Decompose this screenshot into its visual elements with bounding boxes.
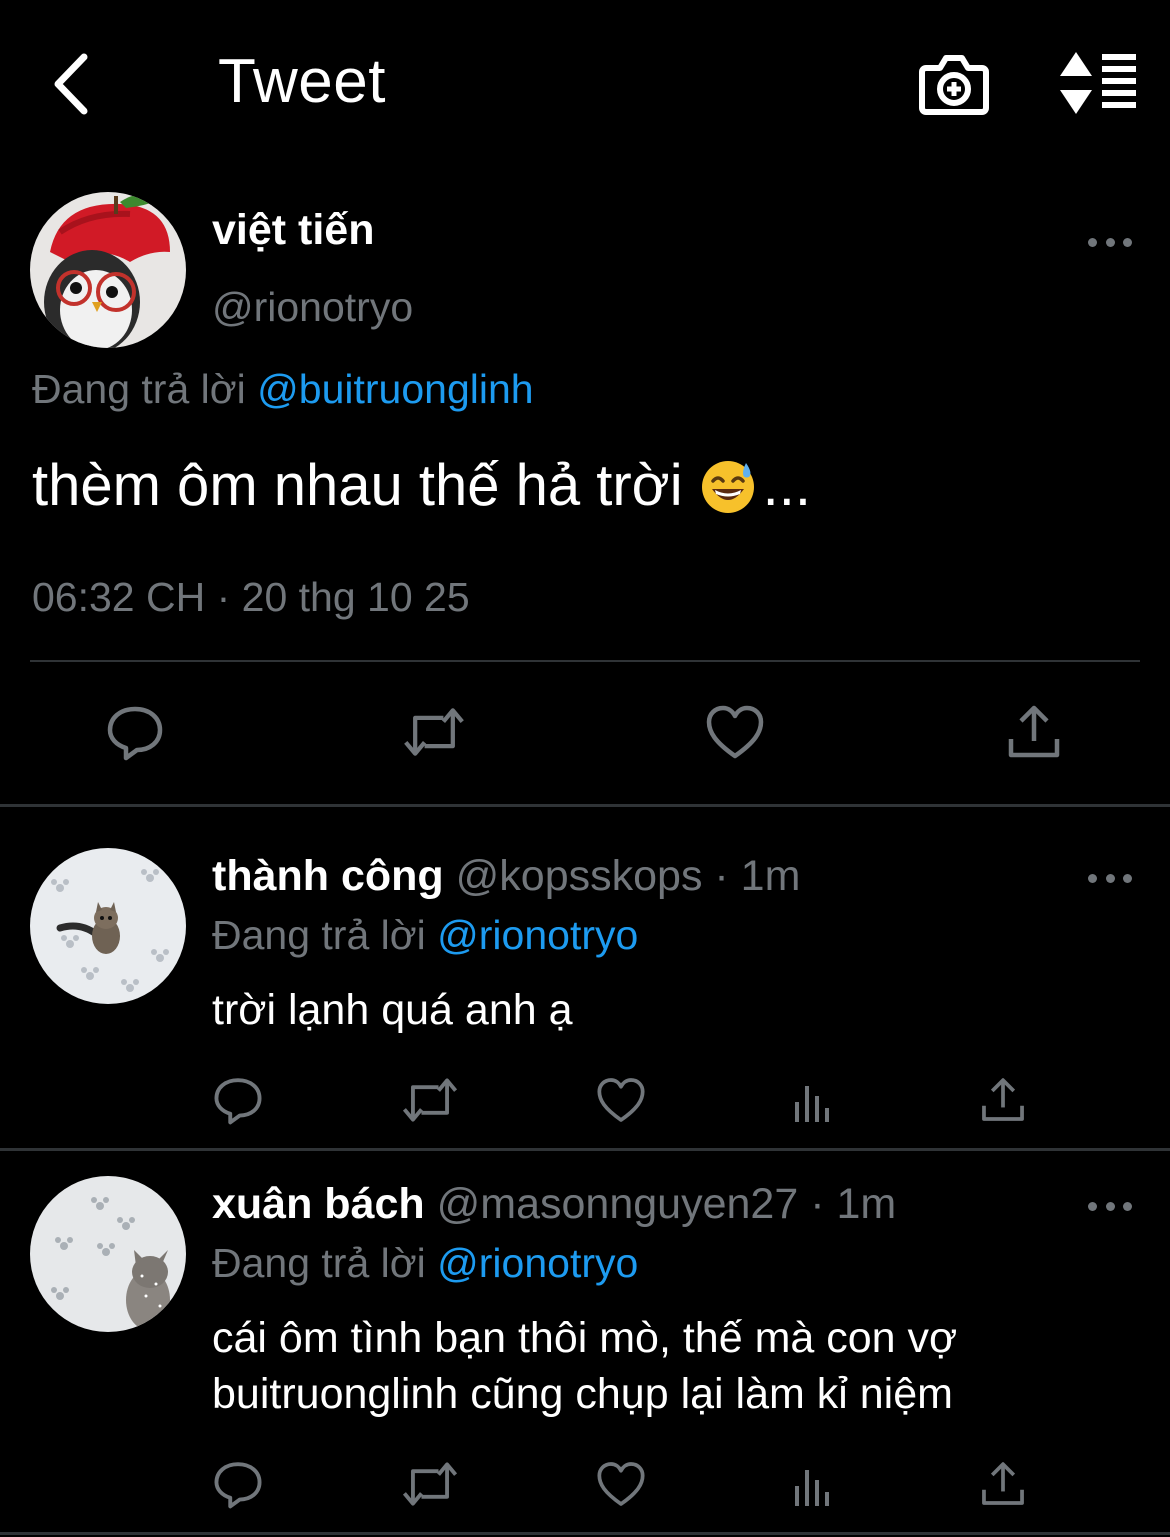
author-name[interactable]: thành công — [212, 852, 444, 900]
replying-to-line: Đang trả lời @rionotryo — [212, 1240, 639, 1286]
replying-to-mention[interactable]: @rionotryo — [437, 1240, 638, 1286]
reply-tweet[interactable]: xuân bách @masonnguyen27 · 1m Đang trả l… — [0, 1152, 1170, 1537]
retweet-button[interactable] — [398, 1452, 462, 1516]
reply-icon — [107, 706, 163, 761]
divider — [0, 804, 1170, 807]
retweet-button[interactable] — [398, 1068, 462, 1132]
cat-in-snow-avatar-image — [30, 1176, 186, 1332]
author-name[interactable]: xuân bách — [212, 1180, 425, 1228]
main-tweet: việt tiến @rionotryo Đang trả lời @buitr… — [0, 170, 1170, 808]
more-options-button[interactable] — [1088, 1196, 1132, 1216]
heart-icon — [706, 705, 764, 759]
retweet-button[interactable] — [402, 700, 466, 764]
heart-icon — [597, 1078, 645, 1122]
avatar[interactable] — [30, 192, 186, 348]
retweet-icon — [404, 708, 464, 756]
like-button[interactable] — [589, 1452, 653, 1516]
camera-plus-icon — [919, 55, 989, 115]
reply-header: xuân bách @masonnguyen27 · 1m — [212, 1180, 896, 1229]
top-bar: Tweet — [0, 0, 1170, 170]
divider — [30, 660, 1140, 662]
more-options-button[interactable] — [1088, 868, 1132, 888]
retweet-icon — [402, 1078, 458, 1122]
more-dots-icon — [1088, 1201, 1097, 1211]
reply-button[interactable] — [206, 1452, 270, 1516]
reply-icon — [214, 1078, 262, 1125]
analytics-button[interactable] — [781, 1454, 845, 1518]
author-handle-time: @masonnguyen27 · 1m — [436, 1180, 897, 1228]
author-name[interactable]: việt tiến — [212, 206, 375, 255]
divider — [0, 1148, 1170, 1151]
replying-to-mention[interactable]: @rionotryo — [437, 912, 638, 958]
author-handle[interactable]: @rionotryo — [212, 284, 413, 331]
avatar[interactable] — [30, 1176, 186, 1332]
replying-to-line: Đang trả lời @rionotryo — [212, 912, 639, 958]
like-button[interactable] — [589, 1068, 653, 1132]
back-button[interactable] — [40, 52, 100, 116]
share-button[interactable] — [971, 1068, 1035, 1132]
penguin-avatar-image — [30, 192, 186, 348]
replying-to-line: Đang trả lời @buitruonglinh — [32, 366, 534, 412]
avatar[interactable] — [30, 848, 186, 1004]
share-icon — [1008, 705, 1060, 758]
share-button[interactable] — [1002, 700, 1066, 764]
camera-button[interactable] — [918, 50, 990, 118]
tweet-text: trời lạnh quá anh ạ — [212, 986, 573, 1034]
reply-icon — [214, 1462, 262, 1509]
more-dots-icon — [1088, 237, 1097, 247]
page-title: Tweet — [218, 47, 386, 116]
sort-list-icon — [1060, 52, 1136, 114]
like-button[interactable] — [703, 700, 767, 764]
chevron-left-icon — [54, 53, 88, 115]
reply-tweet[interactable]: thành công @kopsskops · 1m Đang trả lời … — [0, 808, 1170, 1148]
retweet-icon — [402, 1462, 458, 1506]
more-dots-icon — [1088, 873, 1097, 883]
share-button[interactable] — [971, 1452, 1035, 1516]
reply-header: thành công @kopsskops · 1m — [212, 852, 800, 901]
reply-button[interactable] — [206, 1068, 270, 1132]
reply-button[interactable] — [103, 700, 167, 764]
analytics-icon — [795, 1086, 829, 1122]
grinning-sweat-emoji-icon — [701, 460, 754, 513]
heart-icon — [597, 1462, 645, 1506]
analytics-button[interactable] — [781, 1070, 845, 1134]
analytics-icon — [795, 1470, 829, 1506]
tweet-text: thèm ôm nhau thế hả trời ... — [32, 453, 811, 518]
share-icon — [982, 1462, 1024, 1505]
share-icon — [982, 1078, 1024, 1121]
tweet-text: cái ôm tình bạn thôi mò, thế mà con vợ b… — [212, 1314, 958, 1418]
author-handle-time: @kopsskops · 1m — [455, 852, 801, 900]
divider — [0, 1532, 1170, 1535]
sort-button[interactable] — [1056, 50, 1140, 116]
tweet-timestamp: 06:32 CH · 20 thg 10 25 — [32, 574, 470, 620]
replying-to-mention[interactable]: @buitruonglinh — [257, 366, 533, 412]
cat-in-snow-avatar-image — [30, 848, 186, 1004]
more-options-button[interactable] — [1088, 232, 1132, 252]
tweet-actions — [0, 700, 1170, 770]
